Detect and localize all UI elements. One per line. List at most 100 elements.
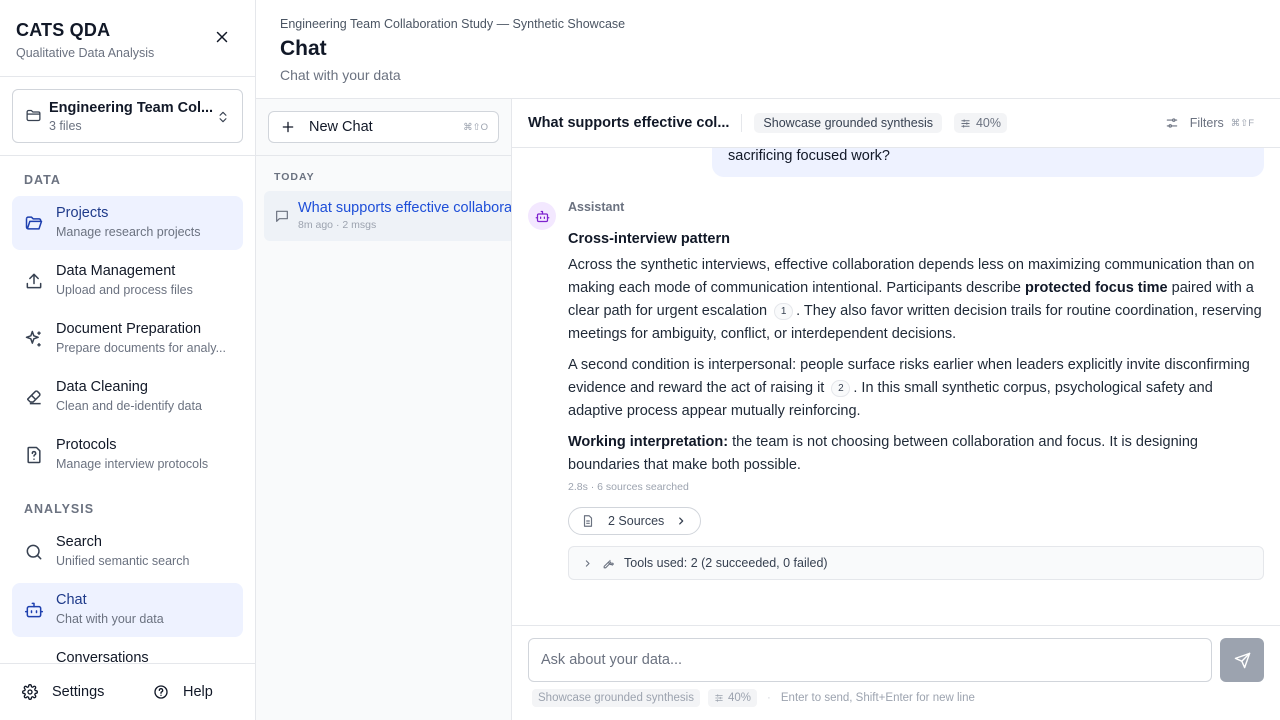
settings-button[interactable]: Settings: [22, 684, 104, 700]
chat-panel: What supports effective col... Showcase …: [512, 99, 1280, 720]
page-subtitle: Chat with your data: [280, 67, 401, 83]
sidebar-item-label: Search: [56, 534, 102, 550]
app-subtitle: Qualitative Data Analysis: [16, 46, 155, 60]
sidebar-nav: DATA Projects Manage research projects D…: [0, 156, 255, 663]
sidebar-item-desc: Manage interview protocols: [56, 457, 209, 471]
sidebar-item-label: Protocols: [56, 437, 117, 453]
sidebar-item-data-management[interactable]: Data Management Upload and process files: [12, 254, 243, 308]
composer-percent-chip[interactable]: 40%: [708, 689, 758, 707]
folder-open-icon: [24, 213, 44, 233]
sidebar-item-label: Document Preparation: [56, 321, 202, 337]
chat-toolbar: What supports effective col... Showcase …: [512, 99, 1280, 148]
mode-chip[interactable]: Showcase grounded synthesis: [754, 113, 942, 133]
sidebar-item-desc: Unified semantic search: [56, 554, 190, 568]
sidebar-item-data-cleaning[interactable]: Data Cleaning Clean and de-identify data: [12, 370, 243, 424]
page-header: Engineering Team Collaboration Study — S…: [256, 0, 1280, 99]
user-message: sacrificing focused work?: [712, 148, 1264, 177]
sidebar-item-desc: Chat with your data: [56, 612, 164, 626]
project-name: Engineering Team Col...: [49, 100, 214, 116]
help-circle-icon: [154, 685, 168, 699]
sidebar-item-desc: Clean and de-identify data: [56, 399, 202, 413]
project-selector[interactable]: Engineering Team Col... 3 files: [12, 89, 243, 143]
close-sidebar-button[interactable]: [213, 28, 231, 46]
divider: [741, 114, 743, 132]
sidebar-item-desc: Upload and process files: [56, 283, 193, 297]
answer-heading: Cross-interview pattern: [568, 231, 730, 247]
sidebar-item-label: Projects: [56, 205, 109, 221]
conversation-list: New Chat ⌘⇧O TODAY What supports effecti…: [256, 99, 512, 720]
composer-hint: Enter to send, Shift+Enter for new line: [780, 692, 975, 704]
citation-badge[interactable]: 2: [831, 380, 851, 397]
answer-paragraph: Working interpretation: the team is not …: [568, 431, 1268, 477]
search-icon: [24, 542, 44, 562]
bot-icon: [24, 600, 44, 620]
answer-bold-text: protected focus time: [1025, 280, 1168, 296]
page-title: Chat: [280, 37, 327, 60]
sidebar-item-protocols[interactable]: Protocols Manage interview protocols: [12, 428, 243, 482]
close-icon: [216, 31, 228, 43]
chevron-right-icon: [585, 559, 590, 567]
sidebar-item-document-preparation[interactable]: Document Preparation Prepare documents f…: [12, 312, 243, 366]
user-message-text: sacrificing focused work?: [728, 148, 890, 164]
sidebar-footer: Settings Help: [0, 663, 255, 720]
sidebar-item-label: Conversations: [56, 650, 149, 663]
message-list: sacrificing focused work? Assistant Cros…: [512, 148, 1280, 626]
citation-badge[interactable]: 1: [774, 303, 794, 320]
sparkles-icon: [24, 329, 44, 349]
section-label-analysis: ANALYSIS: [24, 502, 95, 516]
new-chat-area: New Chat ⌘⇧O: [256, 99, 511, 156]
file-question-icon: [24, 445, 44, 465]
app-title: CATS QDA: [16, 20, 111, 40]
help-button[interactable]: Help: [153, 684, 213, 700]
filter-sliders-icon: [1166, 118, 1177, 128]
tools-used-expander[interactable]: Tools used: 2 (2 succeeded, 0 failed): [568, 546, 1264, 580]
sidebar-item-projects[interactable]: Projects Manage research projects: [12, 196, 243, 250]
send-icon: [1234, 652, 1250, 668]
project-selector-area: Engineering Team Col... 3 files: [0, 77, 255, 156]
new-chat-button[interactable]: New Chat ⌘⇧O: [268, 111, 499, 143]
upload-icon: [24, 271, 44, 291]
assistant-avatar: [528, 202, 556, 230]
sidebar-item-conversations[interactable]: Conversations: [12, 641, 243, 663]
composer-percent-label: 40%: [728, 692, 752, 704]
answer-paragraph: Across the synthetic interviews, effecti…: [568, 254, 1268, 346]
sources-button[interactable]: 2 Sources: [568, 507, 702, 535]
chevrons-up-down-icon: [216, 109, 230, 125]
sliders-icon: [715, 694, 723, 702]
sidebar-item-search[interactable]: Search Unified semantic search: [12, 525, 243, 579]
plus-icon: [281, 120, 295, 134]
help-label: Help: [183, 684, 213, 700]
message-square-icon: [274, 208, 290, 224]
composer-meta: Showcase grounded synthesis 40% · Enter …: [532, 689, 975, 707]
eraser-icon: [24, 387, 44, 407]
separator-dot: ·: [767, 692, 771, 704]
folder-icon: [25, 107, 42, 124]
response-meta: 2.8s · 6 sources searched: [568, 481, 689, 493]
sidebar-item-label: Data Management: [56, 263, 176, 279]
composer-mode-chip[interactable]: Showcase grounded synthesis: [532, 689, 700, 707]
file-text-icon: [583, 515, 593, 527]
breadcrumb: Engineering Team Collaboration Study — S…: [280, 17, 626, 31]
assistant-message: Cross-interview pattern Across the synth…: [568, 228, 1268, 485]
filters-shortcut: ⌘⇧F: [1230, 117, 1254, 129]
brand-header: CATS QDA Qualitative Data Analysis: [0, 0, 255, 77]
sidebar-item-label: Data Cleaning: [56, 379, 148, 395]
conversation-item[interactable]: What supports effective collaboration 8m…: [264, 191, 511, 241]
conversation-meta: 8m ago · 2 msgs: [298, 219, 377, 231]
percent-chip[interactable]: 40%: [953, 113, 1008, 133]
assistant-label: Assistant: [568, 200, 625, 214]
send-button[interactable]: [1220, 638, 1264, 682]
sidebar-item-chat[interactable]: Chat Chat with your data: [12, 583, 243, 637]
new-chat-shortcut: ⌘⇧O: [463, 122, 488, 133]
answer-bold-text: Working interpretation:: [568, 434, 729, 450]
conversation-group-label: TODAY: [274, 171, 315, 183]
chat-input[interactable]: [528, 638, 1212, 682]
tools-used-label: Tools used: 2 (2 succeeded, 0 failed): [624, 556, 828, 570]
sidebar: CATS QDA Qualitative Data Analysis Engin…: [0, 0, 256, 720]
project-file-count: 3 files: [49, 119, 82, 133]
bot-icon: [535, 210, 549, 222]
filters-button[interactable]: Filters ⌘⇧F: [1165, 116, 1254, 130]
sidebar-item-desc: Manage research projects: [56, 225, 201, 239]
filters-label: Filters: [1189, 116, 1224, 130]
settings-label: Settings: [52, 684, 105, 700]
